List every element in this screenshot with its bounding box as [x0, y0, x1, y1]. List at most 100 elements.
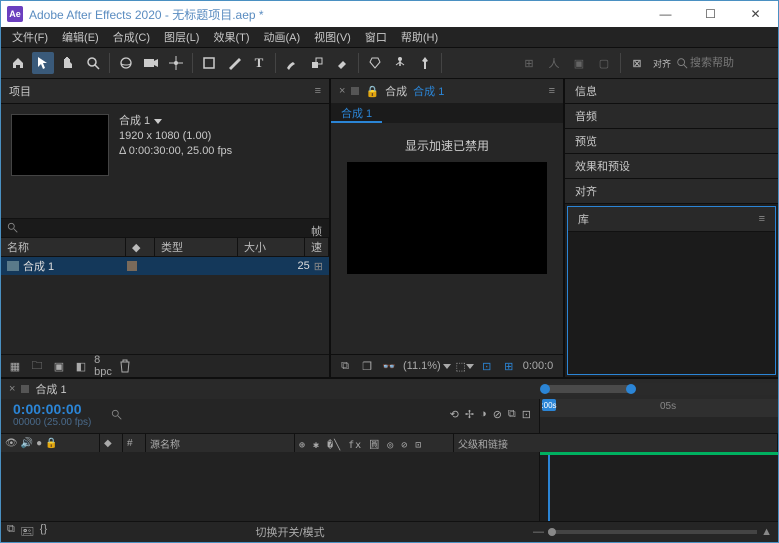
toggle-alpha-icon[interactable]: ⧉: [337, 358, 353, 374]
roto-tool-icon[interactable]: [364, 52, 386, 74]
parent-col[interactable]: 父级和链接: [454, 434, 778, 452]
adjust-icon[interactable]: ◧: [73, 358, 89, 374]
draft3d-icon[interactable]: ✢: [465, 408, 474, 421]
zoom-tool-icon[interactable]: [82, 52, 104, 74]
panel-menu-icon[interactable]: ≡: [549, 85, 555, 97]
toggle-inout-icon[interactable]: {}: [40, 523, 47, 542]
eraser-tool-icon[interactable]: [331, 52, 353, 74]
project-search[interactable]: [1, 218, 329, 238]
label-color[interactable]: [127, 261, 137, 271]
folder-icon[interactable]: 🗀: [29, 358, 45, 374]
panel-align[interactable]: 对齐: [565, 179, 778, 204]
motion-blur-icon[interactable]: ⊘: [493, 408, 502, 421]
dropdown-icon[interactable]: [154, 119, 162, 124]
current-timecode[interactable]: 0:00:00:00: [13, 401, 91, 417]
menu-layer[interactable]: 图层(L): [157, 27, 206, 47]
zoom-slider[interactable]: [540, 383, 778, 395]
playhead-flag[interactable]: :00s: [542, 399, 556, 411]
pin-tool-icon[interactable]: [414, 52, 436, 74]
lock-icon[interactable]: 🔒: [365, 85, 379, 98]
minimize-button[interactable]: —: [643, 1, 688, 27]
timeline-tracks[interactable]: [539, 452, 778, 521]
zoom-in-icon[interactable]: ▲: [761, 526, 772, 538]
res-dropdown[interactable]: ⬚: [457, 358, 473, 374]
puppet-tool-icon[interactable]: [389, 52, 411, 74]
toggle-modes-icon[interactable]: 🖭: [21, 523, 34, 542]
source-name-col[interactable]: 源名称: [146, 434, 295, 452]
shy-toggle-icon[interactable]: ⟲: [450, 408, 459, 421]
menu-anim[interactable]: 动画(A): [257, 27, 308, 47]
trash-icon[interactable]: [117, 358, 133, 374]
col-name[interactable]: 名称: [1, 238, 126, 256]
menu-help[interactable]: 帮助(H): [394, 27, 445, 47]
text-tool-icon[interactable]: T: [248, 52, 270, 74]
help-search-input[interactable]: [688, 56, 772, 70]
interpret-icon[interactable]: ▦: [7, 358, 23, 374]
zoom-out-icon[interactable]: —: [533, 526, 544, 538]
frame-blend-icon[interactable]: ◑: [480, 408, 487, 421]
viewer-tab-name[interactable]: 合成 1: [413, 83, 444, 99]
viewer-sub-tab[interactable]: 合成 1: [331, 103, 382, 123]
guides-icon[interactable]: ⊞: [501, 358, 517, 374]
camera-tool-icon[interactable]: [140, 52, 162, 74]
panel-info[interactable]: 信息: [565, 79, 778, 104]
layout-icon[interactable]: 对齐: [651, 52, 673, 74]
menu-view[interactable]: 视图(V): [307, 27, 358, 47]
time-ruler[interactable]: :00s 05s: [540, 399, 778, 417]
timeline-layer-list[interactable]: [1, 452, 539, 521]
lock-col-icon[interactable]: 🔒: [45, 438, 57, 449]
selection-tool-icon[interactable]: [32, 52, 54, 74]
toggle-mask-icon[interactable]: ❐: [359, 358, 375, 374]
project-panel-tab[interactable]: 项目 ≡: [1, 79, 329, 104]
project-item-row[interactable]: 合成 1 25⊞: [1, 257, 329, 275]
col-fps[interactable]: 帧速率: [305, 238, 329, 256]
brainstorm-icon[interactable]: ⊡: [522, 408, 531, 421]
panel-menu-icon[interactable]: ≡: [759, 213, 765, 225]
home-icon[interactable]: [7, 52, 29, 74]
pan-behind-tool-icon[interactable]: [165, 52, 187, 74]
bpc-toggle[interactable]: 8 bpc: [95, 358, 111, 374]
col-label-icon[interactable]: ◆: [126, 238, 155, 256]
maximize-button[interactable]: ☐: [688, 1, 733, 27]
panel-audio[interactable]: 音频: [565, 104, 778, 129]
hand-tool-icon[interactable]: [57, 52, 79, 74]
switches-col[interactable]: ⊕ ✱ �╲ fx 圓 ◎ ⊘ ⊡: [295, 434, 454, 452]
brush-tool-icon[interactable]: [281, 52, 303, 74]
col-type[interactable]: 类型: [155, 238, 238, 256]
zoom-thumb[interactable]: [548, 528, 556, 536]
menu-file[interactable]: 文件(F): [5, 27, 55, 47]
snap-icon[interactable]: ⊞: [518, 52, 540, 74]
toggle-switches-icon[interactable]: ⧉: [7, 523, 15, 542]
switches-modes-toggle[interactable]: 切换开关/模式: [53, 524, 527, 540]
zoom-handle-end[interactable]: [626, 384, 636, 394]
clone-tool-icon[interactable]: [306, 52, 328, 74]
timeline-body[interactable]: [1, 452, 778, 521]
panel-preview[interactable]: 预览: [565, 129, 778, 154]
timeline-search-icon[interactable]: [111, 409, 123, 421]
project-search-input[interactable]: [19, 221, 323, 235]
new-comp-icon[interactable]: ▣: [51, 358, 67, 374]
col-size[interactable]: 大小: [238, 238, 305, 256]
menu-window[interactable]: 窗口: [358, 27, 394, 47]
graph-editor-icon[interactable]: ⧉: [508, 408, 516, 421]
comp-thumbnail[interactable]: [11, 114, 109, 176]
menu-effect[interactable]: 效果(T): [206, 27, 256, 47]
viewer-body[interactable]: 显示加速已禁用: [331, 123, 563, 354]
grid-icon[interactable]: ⊡: [479, 358, 495, 374]
rect-tool-icon[interactable]: [198, 52, 220, 74]
zoom-handle-start[interactable]: [540, 384, 550, 394]
help-search[interactable]: [676, 56, 772, 70]
workspace-icon[interactable]: ⊠: [626, 52, 648, 74]
fill-icon[interactable]: ▣: [568, 52, 590, 74]
eye-col-icon[interactable]: 👁: [5, 438, 18, 449]
comp-canvas[interactable]: [347, 162, 547, 274]
zoom-level[interactable]: (11.1%): [403, 360, 451, 372]
panel-effects[interactable]: 效果和预设: [565, 154, 778, 179]
pen-tool-icon[interactable]: [223, 52, 245, 74]
audio-col-icon[interactable]: 🔊: [21, 438, 33, 449]
work-area-bar[interactable]: [540, 452, 778, 455]
toggle-3d-icon[interactable]: 👓: [381, 358, 397, 374]
close-button[interactable]: ✕: [733, 1, 778, 27]
panel-library-title[interactable]: 库: [578, 211, 589, 227]
viewer-timecode[interactable]: 0:00:0: [523, 360, 554, 372]
